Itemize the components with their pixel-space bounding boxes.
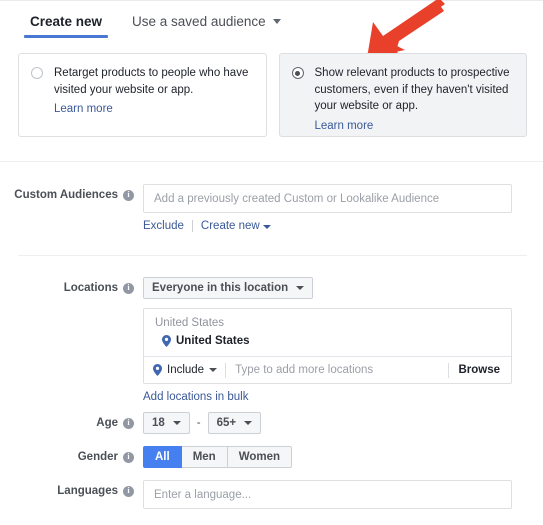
locations-field: Everyone in this location United States … (143, 277, 543, 405)
custom-audiences-input[interactable]: Add a previously created Custom or Looka… (143, 184, 512, 213)
gender-label: Gender (78, 451, 118, 463)
chevron-down-icon (273, 19, 281, 24)
location-scope-dropdown[interactable]: Everyone in this location (143, 277, 313, 299)
add-locations-in-bulk-link[interactable]: Add locations in bulk (143, 391, 248, 403)
location-scope-label: Everyone in this location (152, 282, 288, 294)
chevron-down-icon-create-new (263, 225, 271, 229)
exclude-link[interactable]: Exclude (143, 220, 184, 232)
chevron-down-icon-include (209, 368, 217, 372)
include-dropdown[interactable]: Include (153, 364, 225, 376)
locations-group-header: United States (144, 309, 511, 332)
option-card-prospecting[interactable]: Show relevant products to prospective cu… (279, 53, 528, 137)
top-divider (0, 0, 543, 1)
audience-targeting-panel: Create new Use a saved audience Retarget… (0, 0, 543, 525)
age-label-group: Age i (0, 412, 143, 434)
gender-option-men[interactable]: Men (182, 446, 228, 468)
languages-row: Languages i Enter a language... (0, 480, 543, 509)
custom-audiences-label: Custom Audiences (14, 189, 118, 201)
tab-use-saved-audience-label: Use a saved audience (132, 14, 266, 29)
chevron-down-icon-age-max (244, 421, 252, 425)
include-label: Include (167, 364, 204, 376)
map-pin-icon (162, 335, 171, 347)
tab-active-underline (24, 35, 108, 38)
locations-row: Locations i Everyone in this location Un… (0, 277, 543, 405)
option-card-retarget-body: Retarget products to people who have vis… (54, 65, 254, 124)
age-max-value: 65+ (217, 417, 237, 429)
location-chip-label: United States (176, 335, 250, 347)
tab-use-saved-audience[interactable]: Use a saved audience (130, 14, 283, 38)
info-icon-age[interactable]: i (123, 418, 134, 429)
targeting-option-cards: Retarget products to people who have vis… (18, 53, 527, 137)
link-separator (192, 220, 193, 232)
info-icon-custom-audiences[interactable]: i (123, 190, 134, 201)
age-row: Age i 18 - 65+ (0, 412, 543, 434)
browse-locations-button[interactable]: Browse (448, 363, 510, 378)
languages-field: Enter a language... (143, 480, 543, 509)
radio-prospecting[interactable] (292, 67, 304, 79)
locations-label-group: Locations i (0, 277, 143, 299)
age-field: 18 - 65+ (143, 412, 543, 434)
age-min-value: 18 (152, 417, 165, 429)
chevron-down-icon-age-min (173, 421, 181, 425)
locations-box: United States United States Include (143, 308, 512, 384)
languages-label: Languages (57, 485, 118, 497)
option-card-retarget[interactable]: Retarget products to people who have vis… (18, 53, 267, 137)
chevron-down-icon-location-scope (296, 286, 304, 290)
create-new-audience-link[interactable]: Create new (201, 220, 271, 232)
learn-more-link-prospecting[interactable]: Learn more (315, 118, 374, 135)
tab-create-new[interactable]: Create new (28, 14, 104, 38)
locations-input-bar: Include Type to add more locations Brows… (144, 356, 511, 383)
map-pin-icon-include (153, 364, 162, 376)
learn-more-link-retarget[interactable]: Learn more (54, 101, 113, 118)
age-max-dropdown[interactable]: 65+ (208, 412, 262, 434)
age-range-separator: - (197, 417, 201, 429)
radio-retarget[interactable] (31, 67, 43, 79)
age-min-dropdown[interactable]: 18 (143, 412, 190, 434)
gender-segmented-control: All Men Women (143, 446, 543, 468)
gender-field: All Men Women (143, 446, 543, 468)
create-new-audience-label: Create new (201, 220, 260, 232)
info-icon-languages[interactable]: i (123, 486, 134, 497)
custom-audiences-field: Add a previously created Custom or Looka… (143, 184, 543, 232)
info-icon-locations[interactable]: i (123, 283, 134, 294)
location-chip-united-states[interactable]: United States (144, 332, 511, 356)
option-card-prospecting-body: Show relevant products to prospective cu… (315, 65, 515, 124)
languages-input[interactable]: Enter a language... (143, 480, 512, 509)
gender-option-all[interactable]: All (143, 446, 182, 468)
gender-label-group: Gender i (0, 446, 143, 468)
info-icon-gender[interactable]: i (123, 452, 134, 463)
locations-label: Locations (64, 282, 118, 294)
location-search-input[interactable]: Type to add more locations (226, 364, 448, 376)
tab-create-new-label: Create new (30, 14, 102, 29)
age-label: Age (96, 417, 118, 429)
custom-audiences-links: Exclude Create new (143, 220, 543, 232)
option-card-prospecting-text: Show relevant products to prospective cu… (315, 67, 510, 112)
languages-label-group: Languages i (0, 480, 143, 502)
section-divider-top (0, 161, 543, 162)
custom-audiences-label-group: Custom Audiences i (0, 184, 143, 206)
gender-row: Gender i All Men Women (0, 446, 543, 468)
section-divider-middle (18, 255, 527, 256)
audience-tabs: Create new Use a saved audience (0, 14, 543, 46)
custom-audiences-row: Custom Audiences i Add a previously crea… (0, 184, 543, 232)
option-card-retarget-text: Retarget products to people who have vis… (54, 67, 248, 96)
gender-option-women[interactable]: Women (228, 446, 292, 468)
